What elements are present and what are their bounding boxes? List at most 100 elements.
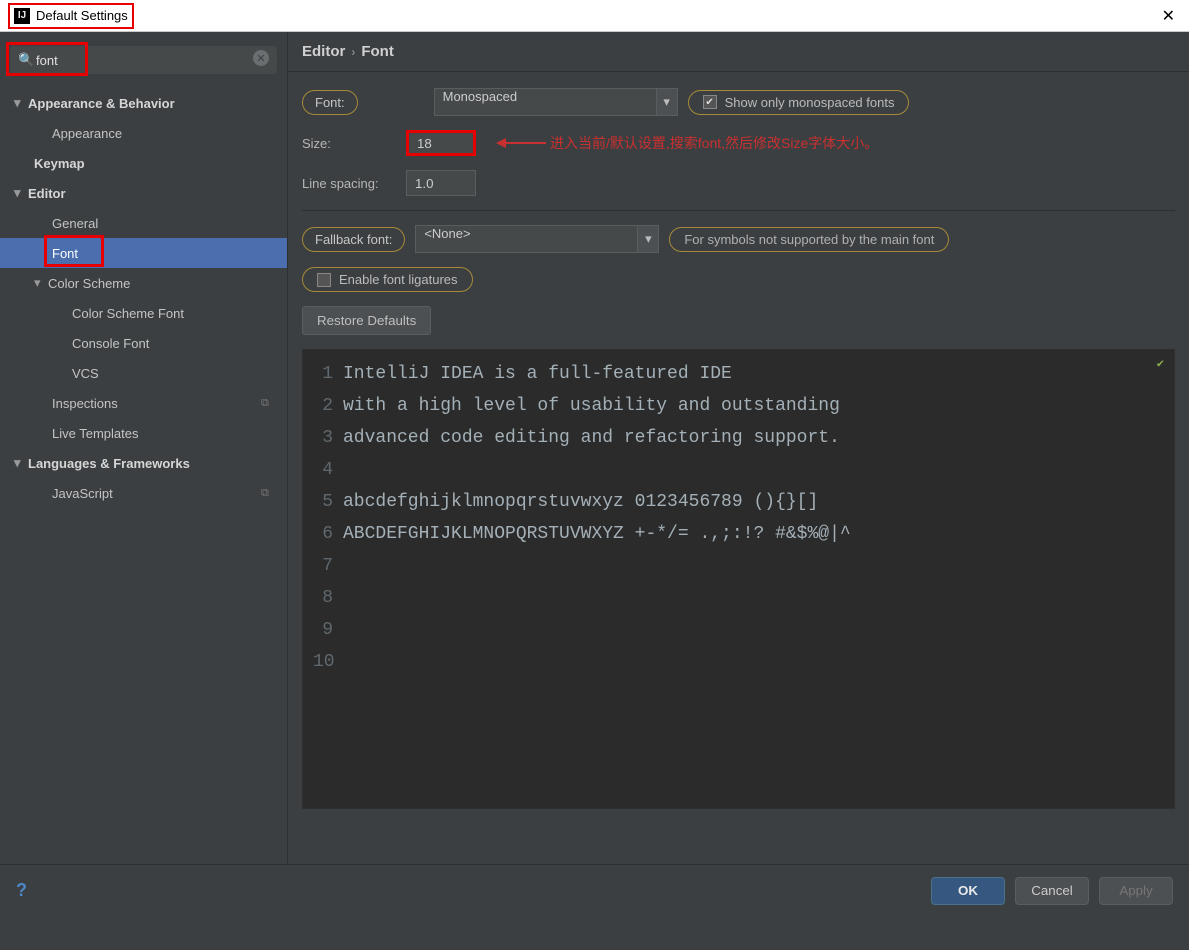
font-preview: ✔ 1IntelliJ IDEA is a full-featured IDE2…: [302, 349, 1175, 809]
preview-text: ABCDEFGHIJKLMNOPQRSTUVWXYZ +-*/= .,;:!? …: [343, 518, 851, 550]
ligatures-checkbox[interactable]: Enable font ligatures: [302, 267, 473, 292]
copy-icon: ⧉: [261, 397, 277, 410]
preview-line: 2 with a high level of usability and outs…: [303, 390, 1174, 422]
sidebar: 🔍 ✕ ▾Appearance & Behavior Appearance Ke…: [0, 32, 288, 864]
gutter-number: 10: [313, 646, 333, 678]
gutter-number: 4: [313, 454, 333, 486]
gutter-number: 3: [313, 422, 333, 454]
preview-text: with a high level of usability and outst…: [343, 390, 840, 422]
fallback-label: Fallback font:: [302, 227, 405, 252]
breadcrumb-font: Font: [361, 43, 393, 60]
preview-line: 3 advanced code editing and refactoring s…: [303, 422, 1174, 454]
annotation-text: 进入当前/默认设置,搜索font,然后修改Size字体大小。: [550, 133, 878, 153]
title-area: IJ Default Settings: [8, 3, 134, 29]
fallback-combo[interactable]: <None> ▾: [415, 225, 659, 253]
check-icon: ✔: [1157, 356, 1164, 371]
chevron-down-icon[interactable]: ▾: [656, 88, 678, 116]
cancel-button[interactable]: Cancel: [1015, 877, 1089, 905]
preview-text: abcdefghijklmnopqrstuvwxyz 0123456789 ()…: [343, 486, 818, 518]
chevron-right-icon: ›: [351, 45, 355, 59]
preview-line: 9: [303, 614, 1174, 646]
sidebar-item-color-scheme[interactable]: ▾Color Scheme: [0, 268, 287, 298]
search-icon: 🔍: [18, 52, 34, 68]
gutter-number: 1: [313, 358, 333, 390]
footer: ? OK Cancel Apply: [0, 864, 1189, 916]
sidebar-item-console-font[interactable]: Console Font: [0, 328, 287, 358]
gutter-number: 9: [313, 614, 333, 646]
divider: [302, 210, 1175, 211]
font-combo[interactable]: Monospaced ▾: [434, 88, 678, 116]
fallback-row: Fallback font: <None> ▾ For symbols not …: [302, 225, 1175, 253]
sidebar-item-keymap[interactable]: Keymap: [0, 148, 287, 178]
breadcrumb-editor: Editor: [302, 43, 345, 60]
checkbox-unchecked-icon: [317, 273, 331, 287]
apply-button[interactable]: Apply: [1099, 877, 1173, 905]
font-value: Monospaced: [434, 88, 656, 116]
close-icon[interactable]: ✕: [1156, 6, 1181, 26]
sidebar-item-appearance[interactable]: Appearance: [0, 118, 287, 148]
clear-search-icon[interactable]: ✕: [253, 50, 269, 66]
search-row: 🔍 ✕: [0, 32, 287, 82]
preview-line: 1 IntelliJ IDEA is a full-featured IDE: [303, 358, 1174, 390]
app-icon: IJ: [14, 8, 30, 24]
font-row: Font: Monospaced ▾ ✔ Show only monospace…: [302, 88, 1175, 116]
sidebar-item-inspections[interactable]: Inspections⧉: [0, 388, 287, 418]
sidebar-item-appearance-behavior[interactable]: ▾Appearance & Behavior: [0, 88, 287, 118]
restore-defaults-button[interactable]: Restore Defaults: [302, 306, 431, 335]
search-input[interactable]: [10, 46, 277, 74]
chevron-down-icon: ▾: [14, 455, 28, 471]
body: 🔍 ✕ ▾Appearance & Behavior Appearance Ke…: [0, 32, 1189, 864]
annotation-arrow: 进入当前/默认设置,搜索font,然后修改Size字体大小。: [496, 133, 878, 153]
preview-line: 6 ABCDEFGHIJKLMNOPQRSTUVWXYZ +-*/= .,;:!?…: [303, 518, 1174, 550]
chevron-down-icon: ▾: [14, 95, 28, 111]
ligatures-label: Enable font ligatures: [339, 272, 458, 287]
restore-row: Restore Defaults: [302, 306, 1175, 335]
sidebar-item-languages-frameworks[interactable]: ▾Languages & Frameworks: [0, 448, 287, 478]
sidebar-item-color-scheme-font[interactable]: Color Scheme Font: [0, 298, 287, 328]
preview-line: 7: [303, 550, 1174, 582]
copy-icon: ⧉: [261, 487, 277, 500]
show-monospaced-label: Show only monospaced fonts: [725, 95, 895, 110]
gutter-number: 5: [313, 486, 333, 518]
main-panel: Editor › Font Font: Monospaced ▾ ✔ Show …: [288, 32, 1189, 864]
settings-tree: ▾Appearance & Behavior Appearance Keymap…: [0, 82, 287, 508]
breadcrumb: Editor › Font: [288, 32, 1189, 72]
sidebar-item-font[interactable]: Font: [0, 238, 287, 268]
chevron-down-icon: ▾: [14, 185, 28, 201]
gutter-number: 8: [313, 582, 333, 614]
titlebar: IJ Default Settings ✕: [0, 0, 1189, 32]
preview-line: 4: [303, 454, 1174, 486]
preview-text: advanced code editing and refactoring su…: [343, 422, 840, 454]
size-label: Size:: [302, 136, 396, 151]
line-spacing-input[interactable]: [406, 170, 476, 196]
size-input[interactable]: [406, 130, 476, 156]
sidebar-item-live-templates[interactable]: Live Templates: [0, 418, 287, 448]
preview-line: 8: [303, 582, 1174, 614]
sidebar-item-javascript[interactable]: JavaScript⧉: [0, 478, 287, 508]
gutter-number: 2: [313, 390, 333, 422]
preview-text: IntelliJ IDEA is a full-featured IDE: [343, 358, 732, 390]
ligatures-row: Enable font ligatures: [302, 267, 1175, 292]
sidebar-item-editor[interactable]: ▾Editor: [0, 178, 287, 208]
line-spacing-label: Line spacing:: [302, 176, 396, 191]
sidebar-item-general[interactable]: General: [0, 208, 287, 238]
content: Font: Monospaced ▾ ✔ Show only monospace…: [288, 72, 1189, 864]
chevron-down-icon: ▾: [34, 275, 48, 291]
chevron-down-icon[interactable]: ▾: [637, 225, 659, 253]
preview-line: 5 abcdefghijklmnopqrstuvwxyz 0123456789 (…: [303, 486, 1174, 518]
font-label: Font:: [302, 90, 358, 115]
fallback-value: <None>: [415, 225, 637, 253]
sidebar-item-vcs[interactable]: VCS: [0, 358, 287, 388]
checkbox-checked-icon: ✔: [703, 95, 717, 109]
help-icon[interactable]: ?: [16, 880, 27, 901]
size-row: Size: 进入当前/默认设置,搜索font,然后修改Size字体大小。: [302, 130, 1175, 156]
arrow-left-icon: [496, 136, 546, 150]
gutter-number: 7: [313, 550, 333, 582]
gutter-number: 6: [313, 518, 333, 550]
preview-line: 10: [303, 646, 1174, 678]
fallback-info: For symbols not supported by the main fo…: [669, 227, 949, 252]
show-monospaced-checkbox[interactable]: ✔ Show only monospaced fonts: [688, 90, 910, 115]
window-title: Default Settings: [36, 8, 128, 23]
ok-button[interactable]: OK: [931, 877, 1005, 905]
line-spacing-row: Line spacing:: [302, 170, 1175, 196]
